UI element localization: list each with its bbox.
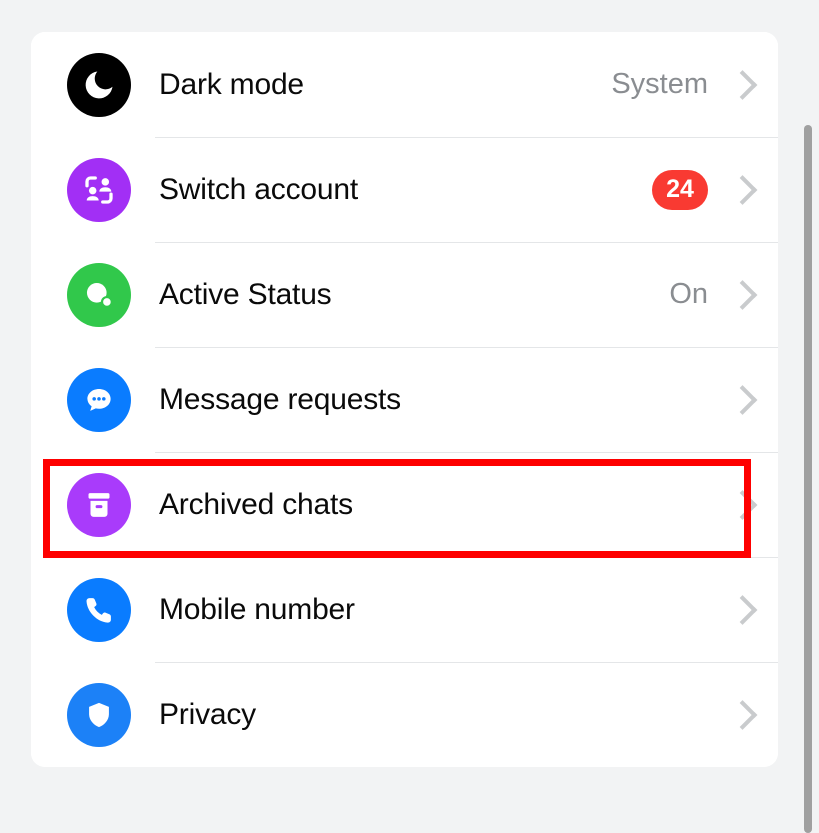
- settings-row-archived-chats[interactable]: Archived chats: [31, 452, 778, 557]
- chevron-right-icon[interactable]: [730, 590, 756, 630]
- settings-row-switch-account[interactable]: Switch account 24: [31, 137, 778, 242]
- chevron-right-icon[interactable]: [730, 170, 756, 210]
- switch-account-icon: [67, 157, 131, 222]
- settings-row-label: Dark mode: [159, 67, 304, 101]
- settings-row-active-status[interactable]: Active Status On: [31, 242, 778, 347]
- unread-count-badge: 24: [652, 169, 708, 210]
- settings-card: Dark mode System Switch account 24 Activ…: [31, 32, 778, 767]
- settings-row-label: Archived chats: [159, 487, 353, 521]
- settings-row-value: System: [611, 68, 708, 100]
- settings-row-label: Switch account: [159, 172, 358, 206]
- message-bubble-icon: [67, 367, 131, 432]
- settings-list: Dark mode System Switch account 24 Activ…: [31, 32, 778, 767]
- settings-row-privacy[interactable]: Privacy: [31, 662, 778, 767]
- settings-row-dark-mode[interactable]: Dark mode System: [31, 32, 778, 137]
- active-status-icon: [67, 262, 131, 327]
- chevron-right-icon[interactable]: [730, 485, 756, 525]
- chevron-right-icon[interactable]: [730, 380, 756, 420]
- vertical-scrollbar[interactable]: [804, 125, 812, 833]
- settings-row-label: Mobile number: [159, 592, 355, 626]
- settings-row-message-requests[interactable]: Message requests: [31, 347, 778, 452]
- settings-row-label: Active Status: [159, 277, 332, 311]
- chevron-right-icon[interactable]: [730, 695, 756, 735]
- settings-row-label: Privacy: [159, 697, 256, 731]
- moon-icon: [67, 52, 131, 117]
- chevron-right-icon[interactable]: [730, 65, 756, 105]
- settings-row-mobile-number[interactable]: Mobile number: [31, 557, 778, 662]
- chevron-right-icon[interactable]: [730, 275, 756, 315]
- shield-icon: [67, 682, 131, 747]
- settings-row-value: On: [669, 278, 708, 310]
- settings-row-label: Message requests: [159, 382, 401, 416]
- phone-icon: [67, 577, 131, 642]
- archive-box-icon: [67, 472, 131, 537]
